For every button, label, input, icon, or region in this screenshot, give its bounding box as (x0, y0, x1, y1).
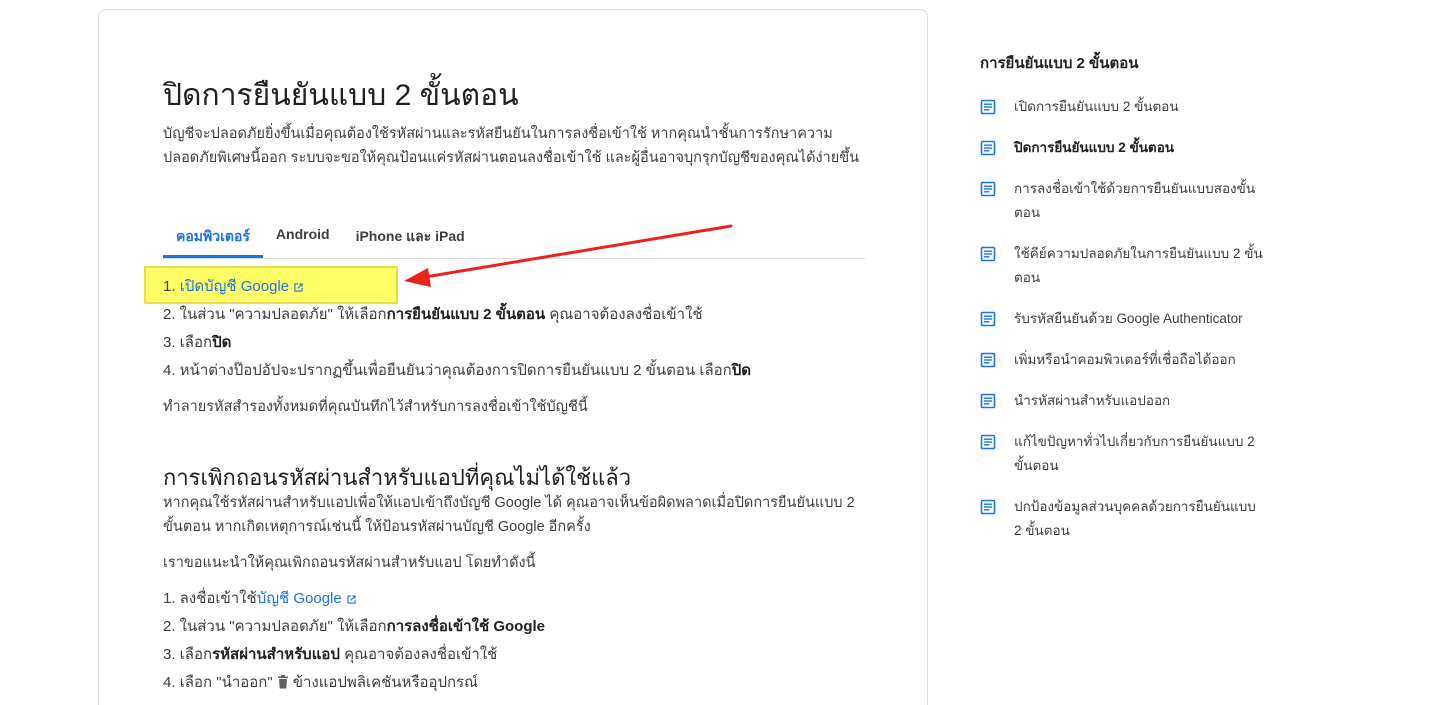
list-item: 2. ในส่วน "ความปลอดภัย" ให้เลือกการยืนยั… (163, 306, 703, 323)
toc-item-protect-data[interactable]: ปกป้องข้อมูลส่วนบุคคลด้วยการยืนยันแบบ 2 … (980, 498, 1280, 543)
backup-codes-note: ทำลายรหัสสำรองทั้งหมดที่คุณบันทึกไว้สำหร… (163, 399, 588, 415)
document-icon (980, 181, 996, 197)
help-page: ปิดการยืนยันแบบ 2 ขั้นตอน บัญชีจะปลอดภัย… (0, 0, 1434, 705)
toc-item-security-key[interactable]: ใช้คีย์ความปลอดภัยในการยืนยันแบบ 2 ขั้นต… (980, 245, 1280, 290)
toc-item-label: แก้ไขปัญหาทั่วไปเกี่ยวกับการยืนยันแบบ 2 … (1014, 434, 1255, 473)
toc-item-label: ใช้คีย์ความปลอดภัยในการยืนยันแบบ 2 ขั้นต… (1014, 246, 1263, 285)
document-icon (980, 352, 996, 368)
table-of-contents: การยืนยันแบบ 2 ขั้นตอน เปิดการยืนยันแบบ … (980, 52, 1280, 563)
google-account-link-2[interactable]: บัญชี Google (257, 590, 357, 607)
list-item: 1. เปิดบัญชี Google (163, 273, 751, 301)
article-card: ปิดการยืนยันแบบ 2 ขั้นตอน บัญชีจะปลอดภัย… (98, 9, 928, 705)
toc-item-label: ปกป้องข้อมูลส่วนบุคคลด้วยการยืนยันแบบ 2 … (1014, 499, 1256, 538)
platform-tabs: คอมพิวเตอร์ Android iPhone และ iPad (163, 220, 865, 259)
list-item: 2. ในส่วน "ความปลอดภัย" ให้เลือกการลงชื่… (163, 618, 546, 635)
section-paragraph: หากคุณใช้รหัสผ่านสำหรับแอปเพื่อให้แอปเข้… (163, 495, 855, 535)
toc-item-sign-in[interactable]: การลงชื่อเข้าใช้ด้วยการยืนยันแบบสองขั้นต… (980, 180, 1280, 225)
section-heading: การเพิกถอนรหัสผ่านสำหรับแอปที่คุณไม่ได้ใ… (163, 465, 632, 490)
document-icon (980, 246, 996, 262)
toc-item-authenticator[interactable]: รับรหัสยืนยันด้วย Google Authenticator (980, 310, 1280, 331)
list-item: 3. เลือกรหัสผ่านสำหรับแอป คุณอาจต้องลงชื… (163, 646, 498, 663)
external-link-icon (294, 282, 303, 292)
page-title: ปิดการยืนยันแบบ 2 ขั้นตอน (163, 79, 519, 112)
list-item: 1. ลงชื่อเข้าใช้บัญชี Google (163, 585, 545, 613)
toc-item-label: การลงชื่อเข้าใช้ด้วยการยืนยันแบบสองขั้นต… (1014, 181, 1256, 220)
section-paragraph-2: เราขอแนะนำให้คุณเพิกถอนรหัสผ่านสำหรับแอป… (163, 555, 536, 571)
toc-item-app-passwords[interactable]: นำรหัสผ่านสำหรับแอปออก (980, 392, 1280, 413)
tab-android[interactable]: Android (263, 220, 343, 251)
document-icon (980, 99, 996, 115)
toc-item-turn-off[interactable]: ปิดการยืนยันแบบ 2 ขั้นตอน (980, 139, 1280, 160)
document-icon (980, 311, 996, 327)
list-item: 4. หน้าต่างป๊อปอัปจะปรากฏขึ้นเพื่อยืนยัน… (163, 362, 752, 379)
tab-computer[interactable]: คอมพิวเตอร์ (163, 220, 263, 258)
toc-item-label: เพิ่มหรือนำคอมพิวเตอร์ที่เชื่อถือได้ออก (1014, 352, 1236, 367)
revoke-steps-list: 1. ลงชื่อเข้าใช้บัญชี Google 2. ในส่วน "… (163, 585, 545, 697)
toc-item-label: นำรหัสผ่านสำหรับแอปออก (1014, 393, 1171, 408)
toc-item-label: เปิดการยืนยันแบบ 2 ขั้นตอน (1014, 99, 1179, 114)
document-icon (980, 140, 996, 156)
toc-item-label: ปิดการยืนยันแบบ 2 ขั้นตอน (1014, 140, 1175, 155)
tab-iphone-ipad[interactable]: iPhone และ iPad (343, 220, 478, 251)
toc-item-turn-on[interactable]: เปิดการยืนยันแบบ 2 ขั้นตอน (980, 98, 1280, 119)
document-icon (980, 393, 996, 409)
list-item: 3. เลือกปิด (163, 334, 232, 351)
trash-icon (277, 675, 288, 689)
toc-title: การยืนยันแบบ 2 ขั้นตอน (980, 55, 1139, 72)
intro-paragraph: บัญชีจะปลอดภัยยิ่งขึ้นเมื่อคุณต้องใช้รหั… (163, 126, 860, 166)
document-icon (980, 434, 996, 450)
list-item: 4. เลือก "นำออก" ข้างแอปพลิเคชันหรืออุปกร… (163, 674, 479, 691)
toc-item-trusted-computers[interactable]: เพิ่มหรือนำคอมพิวเตอร์ที่เชื่อถือได้ออก (980, 351, 1280, 372)
toc-item-label: รับรหัสยืนยันด้วย Google Authenticator (1014, 311, 1243, 326)
external-link-icon (347, 594, 356, 604)
toc-item-troubleshoot[interactable]: แก้ไขปัญหาทั่วไปเกี่ยวกับการยืนยันแบบ 2 … (980, 433, 1280, 478)
google-account-link[interactable]: เปิดบัญชี Google (180, 278, 304, 295)
steps-list: 1. เปิดบัญชี Google 2. ในส่วน "ความปลอดภ… (163, 273, 751, 385)
document-icon (980, 499, 996, 515)
